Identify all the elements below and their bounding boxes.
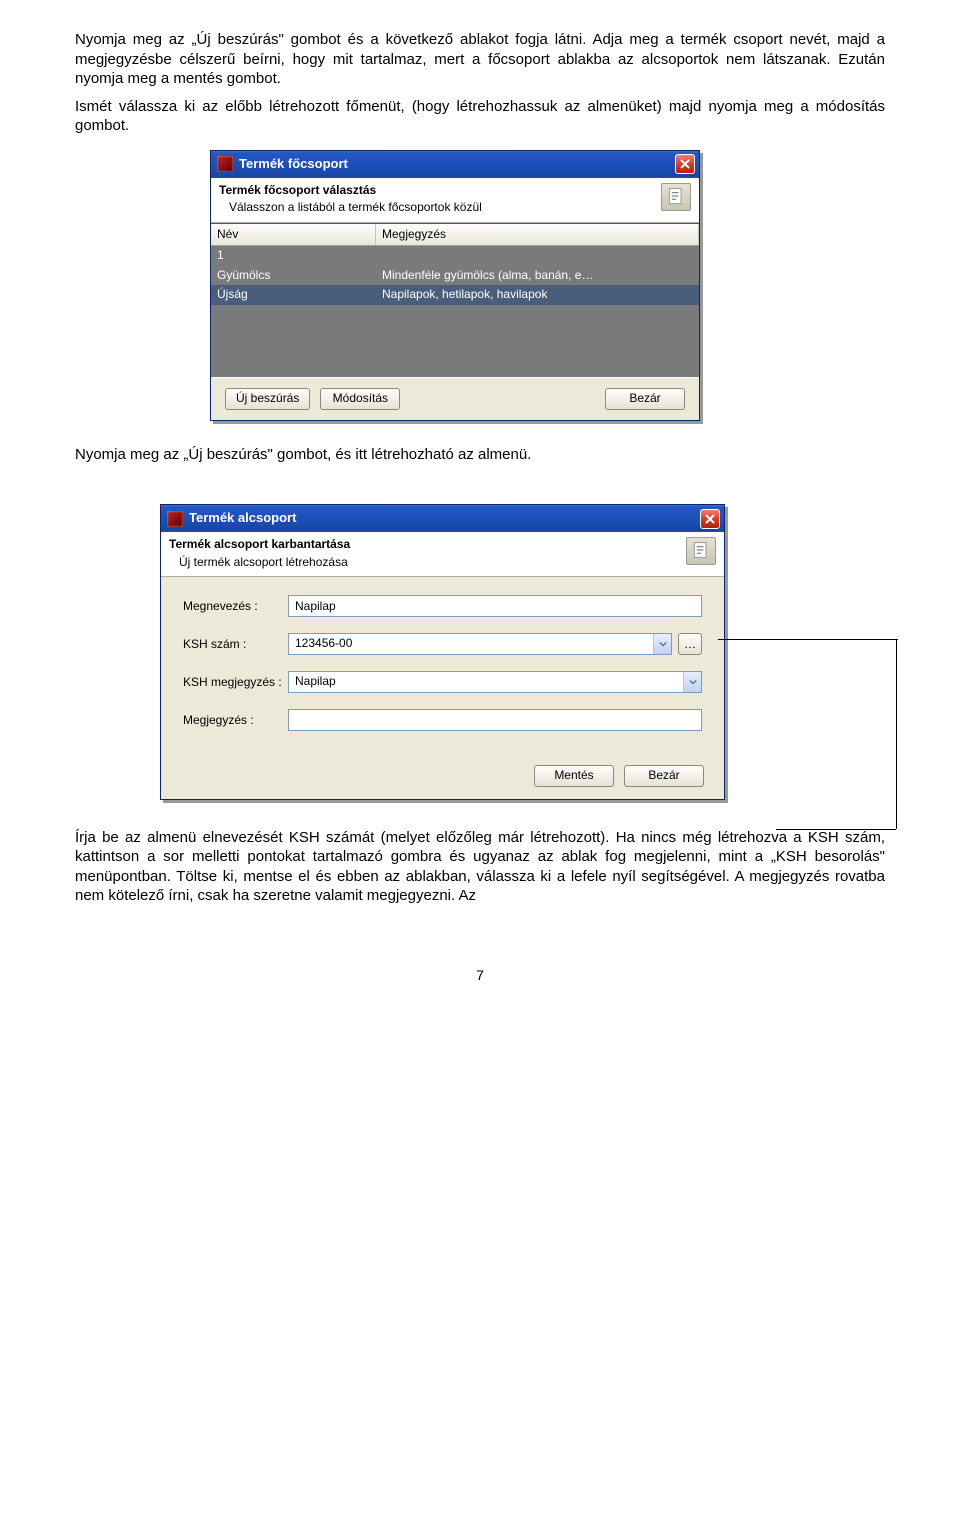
list-header[interactable]: Név Megjegyzés (211, 224, 699, 247)
titlebar[interactable]: Termék főcsoport (211, 151, 699, 178)
subheader-desc: Válasszon a listából a termék főcsoporto… (219, 200, 653, 216)
note-label: Megjegyzés : (183, 713, 288, 729)
button-bar: Mentés Bezár (161, 761, 724, 799)
dialog-subheader: Termék alcsoport karbantartása Új termék… (161, 532, 724, 577)
ksh-note-label: KSH megjegyzés : (183, 675, 288, 691)
subheader-title: Termék főcsoport választás (219, 183, 653, 199)
paragraph-2: Nyomja meg az „Új beszúrás" gombot, és i… (75, 445, 885, 465)
close-button[interactable]: Bezár (624, 765, 704, 787)
form-area: Megnevezés : KSH szám : 123456-00 … (161, 577, 724, 761)
callout-line (776, 829, 896, 830)
paragraph-3: Írja be az almenü elnevezését KSH számát… (75, 828, 885, 906)
titlebar[interactable]: Termék alcsoport (161, 505, 724, 532)
ksh-number-combo[interactable]: 123456-00 (288, 633, 672, 655)
callout-line (718, 639, 898, 640)
paragraph-1b: Ismét válassza ki az előbb létrehozott f… (75, 97, 885, 136)
paragraph-1: Nyomja meg az „Új beszúrás" gombot és a … (75, 30, 885, 89)
close-icon[interactable] (700, 509, 720, 529)
ksh-number-label: KSH szám : (183, 637, 288, 653)
column-header-name[interactable]: Név (211, 224, 376, 246)
cell-note: Mindenféle gyümölcs (alma, banán, e… (376, 268, 699, 284)
cell-name: Újság (211, 287, 376, 303)
document-icon (661, 183, 691, 211)
callout-line (896, 639, 897, 829)
name-input[interactable] (288, 595, 702, 617)
ksh-browse-button[interactable]: … (678, 633, 702, 655)
note-input[interactable] (288, 709, 702, 731)
cell-name: Gyümölcs (211, 268, 376, 284)
close-button[interactable]: Bezár (605, 388, 685, 410)
ksh-note-value: Napilap (289, 672, 683, 692)
new-insert-button[interactable]: Új beszúrás (225, 388, 310, 410)
ksh-note-combo[interactable]: Napilap (288, 671, 702, 693)
chevron-down-icon[interactable] (653, 634, 671, 654)
ksh-number-value: 123456-00 (289, 634, 653, 654)
dialog-product-maingroup: Termék főcsoport Termék főcsoport válasz… (210, 150, 700, 421)
close-icon[interactable] (675, 154, 695, 174)
list-row[interactable]: 1 (211, 246, 699, 266)
column-header-note[interactable]: Megjegyzés (376, 224, 699, 246)
subheader-desc: Új termék alcsoport létrehozása (169, 555, 678, 571)
save-button[interactable]: Mentés (534, 765, 614, 787)
page-number: 7 (75, 966, 885, 984)
button-bar: Új beszúrás Módosítás Bezár (211, 377, 699, 420)
document-icon (686, 537, 716, 565)
name-label: Megnevezés : (183, 599, 288, 615)
list-row[interactable]: Gyümölcs Mindenféle gyümölcs (alma, baná… (211, 266, 699, 286)
dialog-subheader: Termék főcsoport választás Válasszon a l… (211, 178, 699, 223)
cell-name: 1 (211, 248, 376, 264)
cell-note (376, 248, 699, 264)
dialog-product-subgroup: Termék alcsoport Termék alcsoport karban… (160, 504, 725, 800)
chevron-down-icon[interactable] (683, 672, 701, 692)
list-row-selected[interactable]: Újság Napilapok, hetilapok, havilapok (211, 285, 699, 305)
modify-button[interactable]: Módosítás (320, 388, 400, 410)
app-icon (167, 511, 183, 527)
app-icon (217, 156, 233, 172)
subheader-title: Termék alcsoport karbantartása (169, 537, 678, 553)
window-title: Termék főcsoport (239, 156, 348, 173)
window-title: Termék alcsoport (189, 510, 296, 527)
cell-note: Napilapok, hetilapok, havilapok (376, 287, 699, 303)
list-box[interactable]: Név Megjegyzés 1 Gyümölcs Mindenféle gyü… (211, 223, 699, 377)
